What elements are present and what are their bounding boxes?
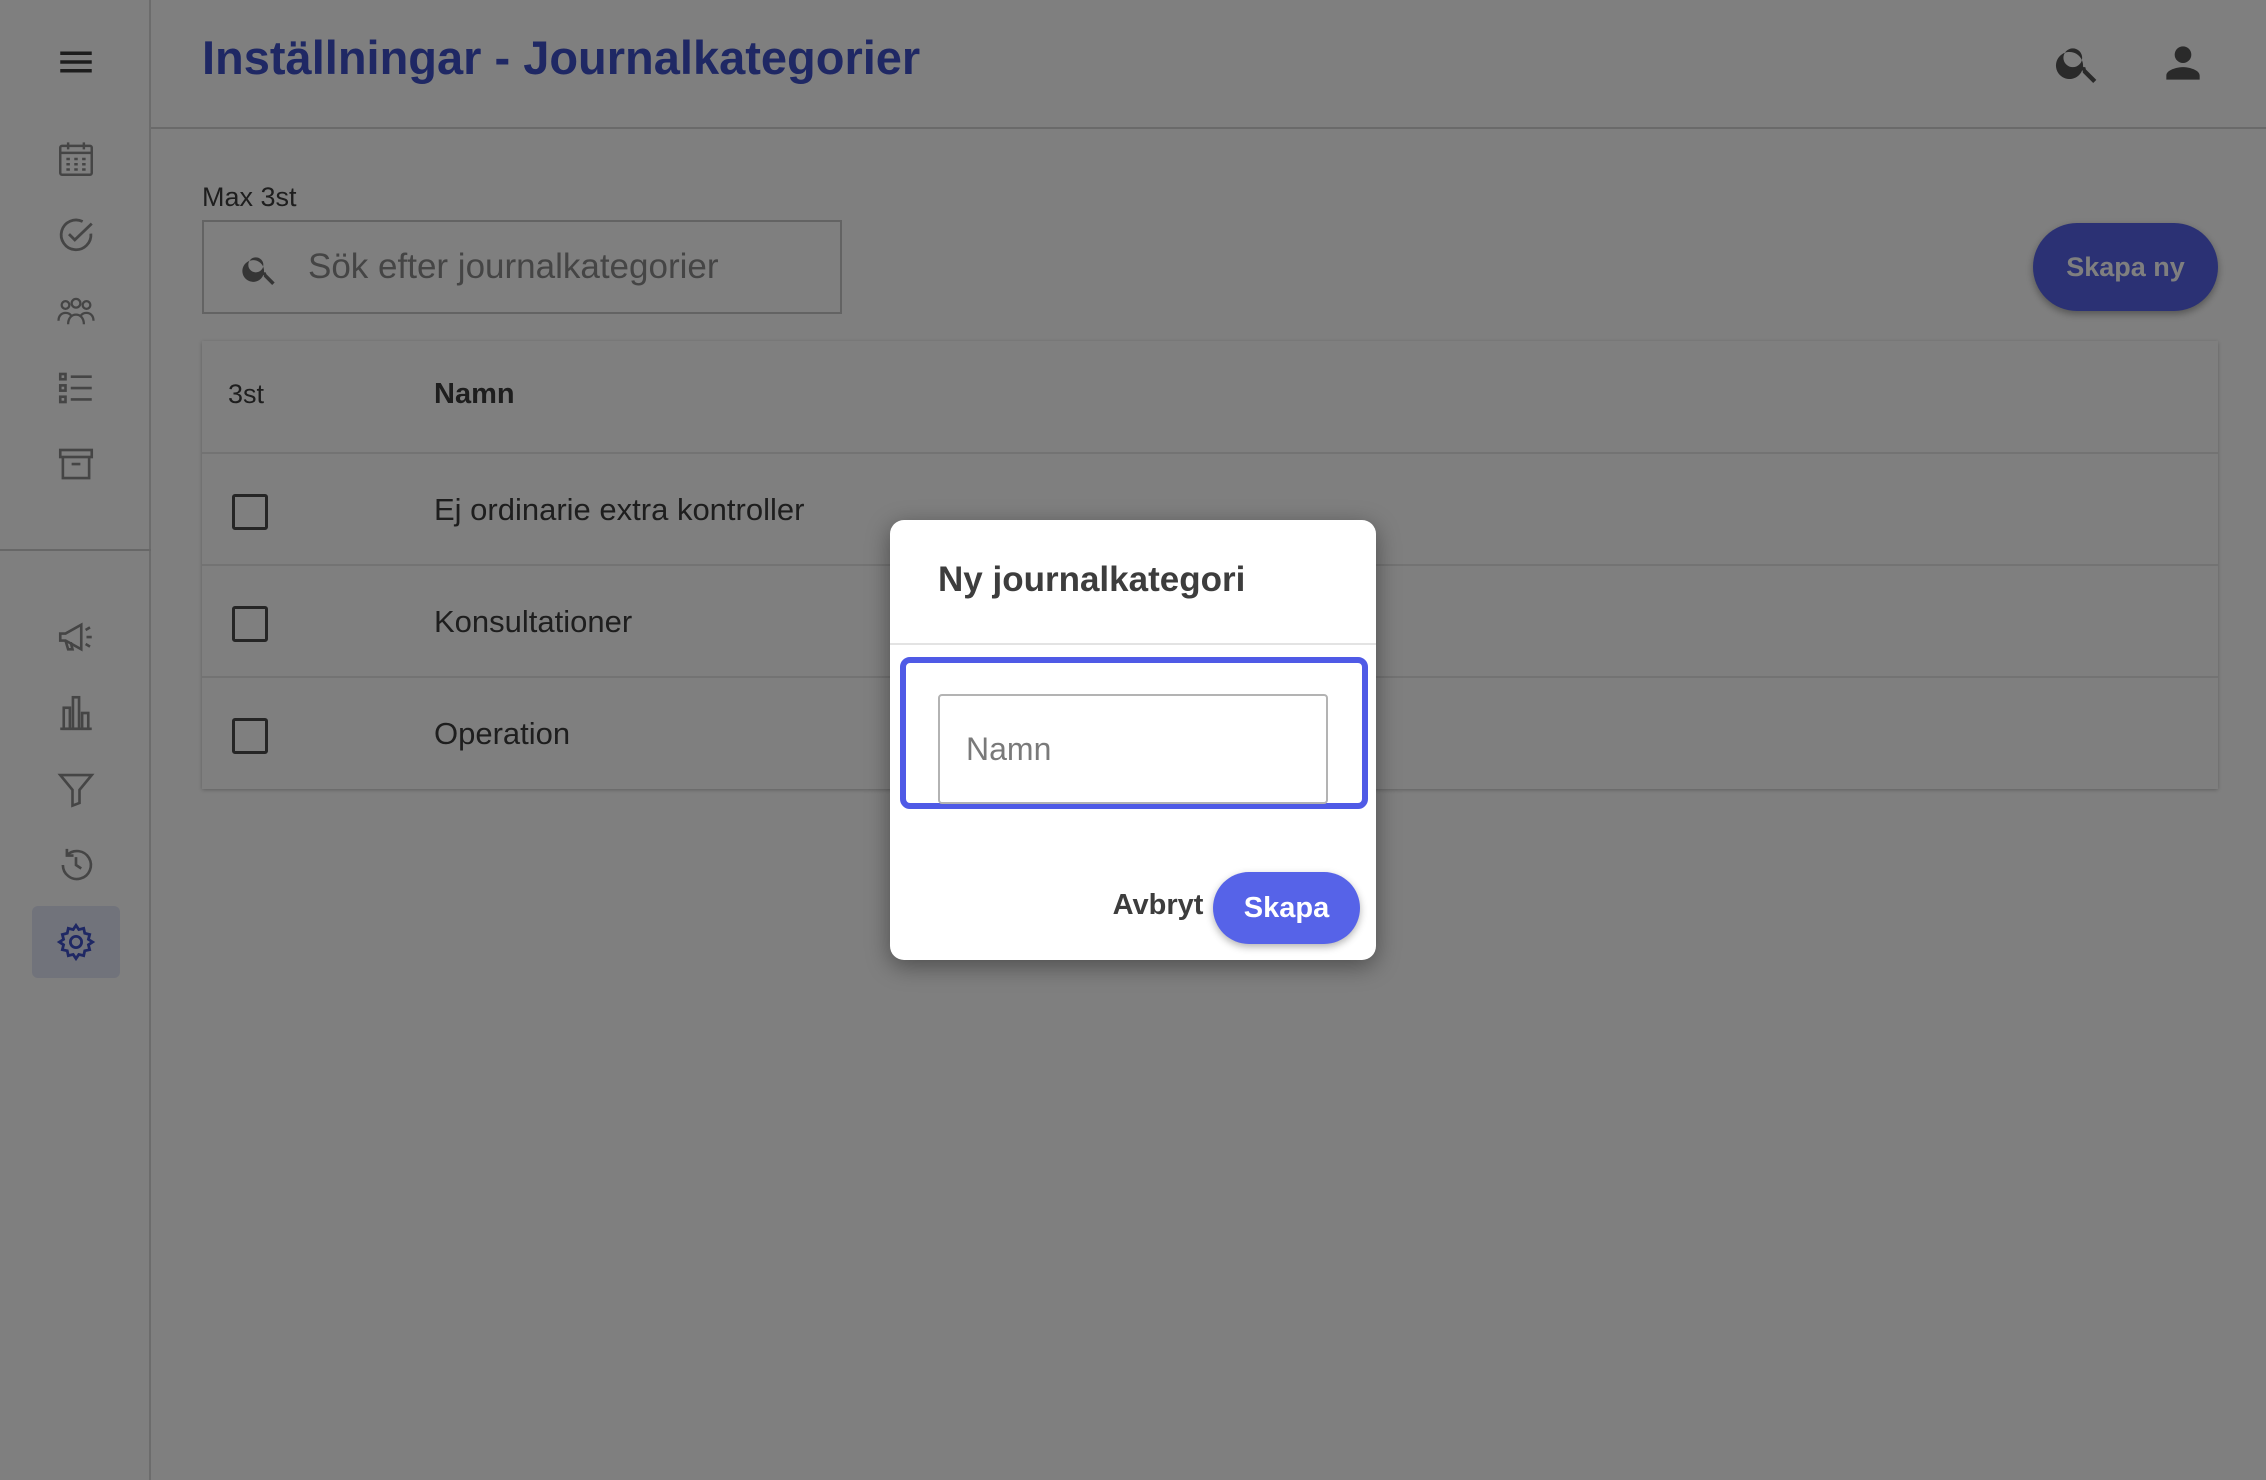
dialog-title: Ny journalkategori	[938, 560, 1246, 599]
create-button[interactable]: Skapa	[1213, 872, 1360, 944]
name-input[interactable]	[938, 694, 1328, 804]
new-category-dialog: Ny journalkategori Avbryt Skapa	[890, 520, 1376, 960]
dialog-divider	[890, 643, 1376, 645]
cancel-button[interactable]: Avbryt	[1083, 874, 1233, 936]
